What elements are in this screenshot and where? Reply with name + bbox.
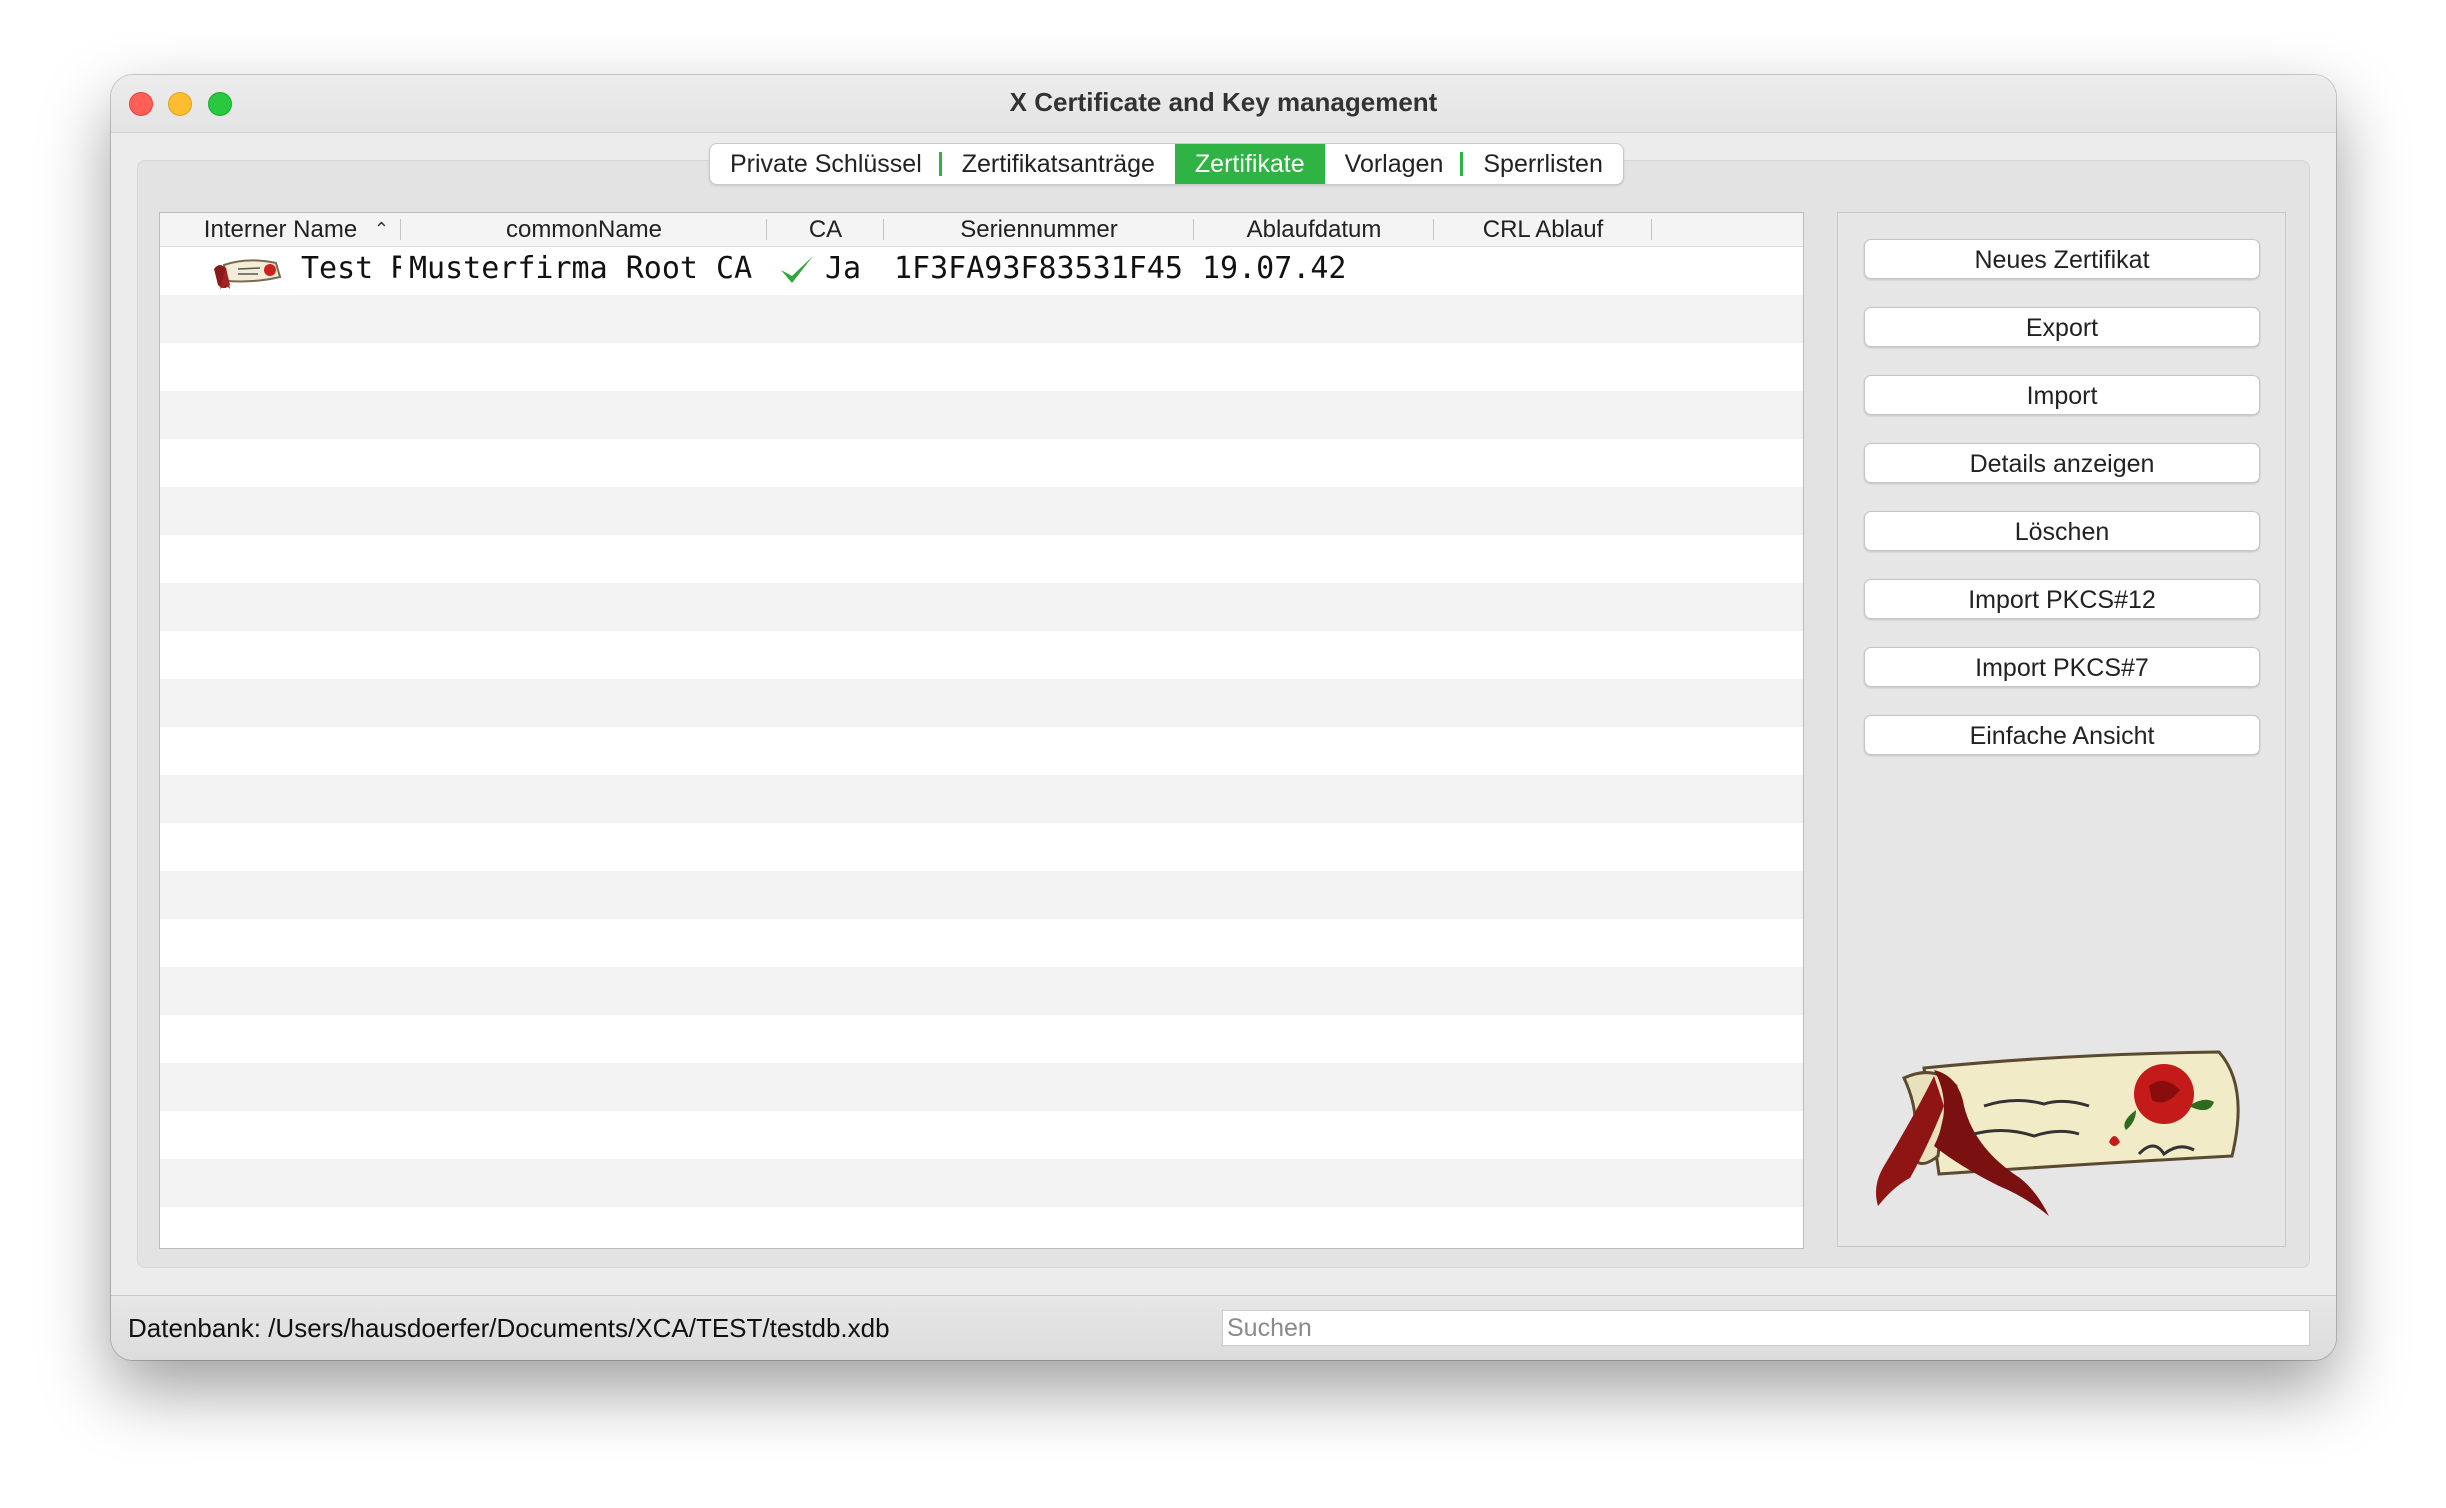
delete-button[interactable]: Löschen (1864, 511, 2260, 551)
import-button[interactable]: Import (1864, 375, 2260, 415)
cell-common-name: Musterfirma Root CA (409, 251, 753, 286)
column-header-serial[interactable]: Seriennummer (884, 213, 1194, 246)
column-header-ca[interactable]: CA (767, 213, 884, 246)
internal-name-text: Test Root CA (301, 251, 401, 286)
simple-view-button[interactable]: Einfache Ansicht (1864, 715, 2260, 755)
certificate-table[interactable]: Interner Name ⌃ commonName CA Seriennumm… (159, 212, 1804, 1249)
window-title: X Certificate and Key management (1009, 87, 1438, 117)
column-header-crl-expiry[interactable]: CRL Ablauf (1434, 213, 1652, 246)
table-row[interactable]: Test Root CA Musterfirma Root CA Ja 1F3F… (160, 247, 1803, 295)
column-header-label: Interner Name (203, 216, 358, 243)
checkmark-icon (781, 255, 813, 283)
sort-ascending-icon: ⌃ (373, 219, 389, 239)
cell-crl-expiry (1434, 247, 1652, 295)
search-input[interactable] (1222, 1310, 2310, 1346)
cell-expiry: 19.07.42 (1202, 251, 1347, 286)
scroll-rose-logo-icon (1876, 1050, 2240, 1216)
column-header-expiry[interactable]: Ablaufdatum (1194, 213, 1434, 246)
tab-bar: Private Schlüssel Zertifikatsanträge Zer… (709, 143, 1624, 185)
import-pkcs7-button[interactable]: Import PKCS#7 (1864, 647, 2260, 687)
table-body: Test Root CA Musterfirma Root CA Ja 1F3F… (160, 247, 1803, 1248)
cell-internal-name: Test Root CA (160, 247, 401, 295)
table-header: Interner Name ⌃ commonName CA Seriennumm… (160, 213, 1803, 247)
action-sidebar: Neues Zertifikat Export Import Details a… (1837, 212, 2286, 1247)
tab-revocation-lists[interactable]: Sperrlisten (1463, 144, 1623, 184)
new-certificate-button[interactable]: Neues Zertifikat (1864, 239, 2260, 279)
ca-text: Ja (825, 251, 862, 286)
status-bar: Datenbank: /Users/hausdoerfer/Documents/… (111, 1295, 2336, 1360)
tab-private-keys[interactable]: Private Schlüssel (710, 144, 942, 184)
tab-certificate-requests[interactable]: Zertifikatsanträge (942, 144, 1175, 184)
certificate-icon (214, 259, 282, 289)
column-header-common-name[interactable]: commonName (401, 213, 767, 246)
database-path: Datenbank: /Users/hausdoerfer/Documents/… (128, 1313, 890, 1343)
tab-templates[interactable]: Vorlagen (1325, 144, 1464, 184)
show-details-button[interactable]: Details anzeigen (1864, 443, 2260, 483)
app-window: X Certificate and Key management Private… (111, 75, 2336, 1360)
column-header-internal-name[interactable]: Interner Name ⌃ (160, 213, 401, 246)
export-button[interactable]: Export (1864, 307, 2260, 347)
import-pkcs12-button[interactable]: Import PKCS#12 (1864, 579, 2260, 619)
tab-certificates[interactable]: Zertifikate (1174, 144, 1325, 184)
cell-serial: 1F3FA93F83531F45 (894, 251, 1183, 286)
cell-ca: Ja (767, 247, 884, 295)
title-bar: X Certificate and Key management (111, 75, 2336, 133)
